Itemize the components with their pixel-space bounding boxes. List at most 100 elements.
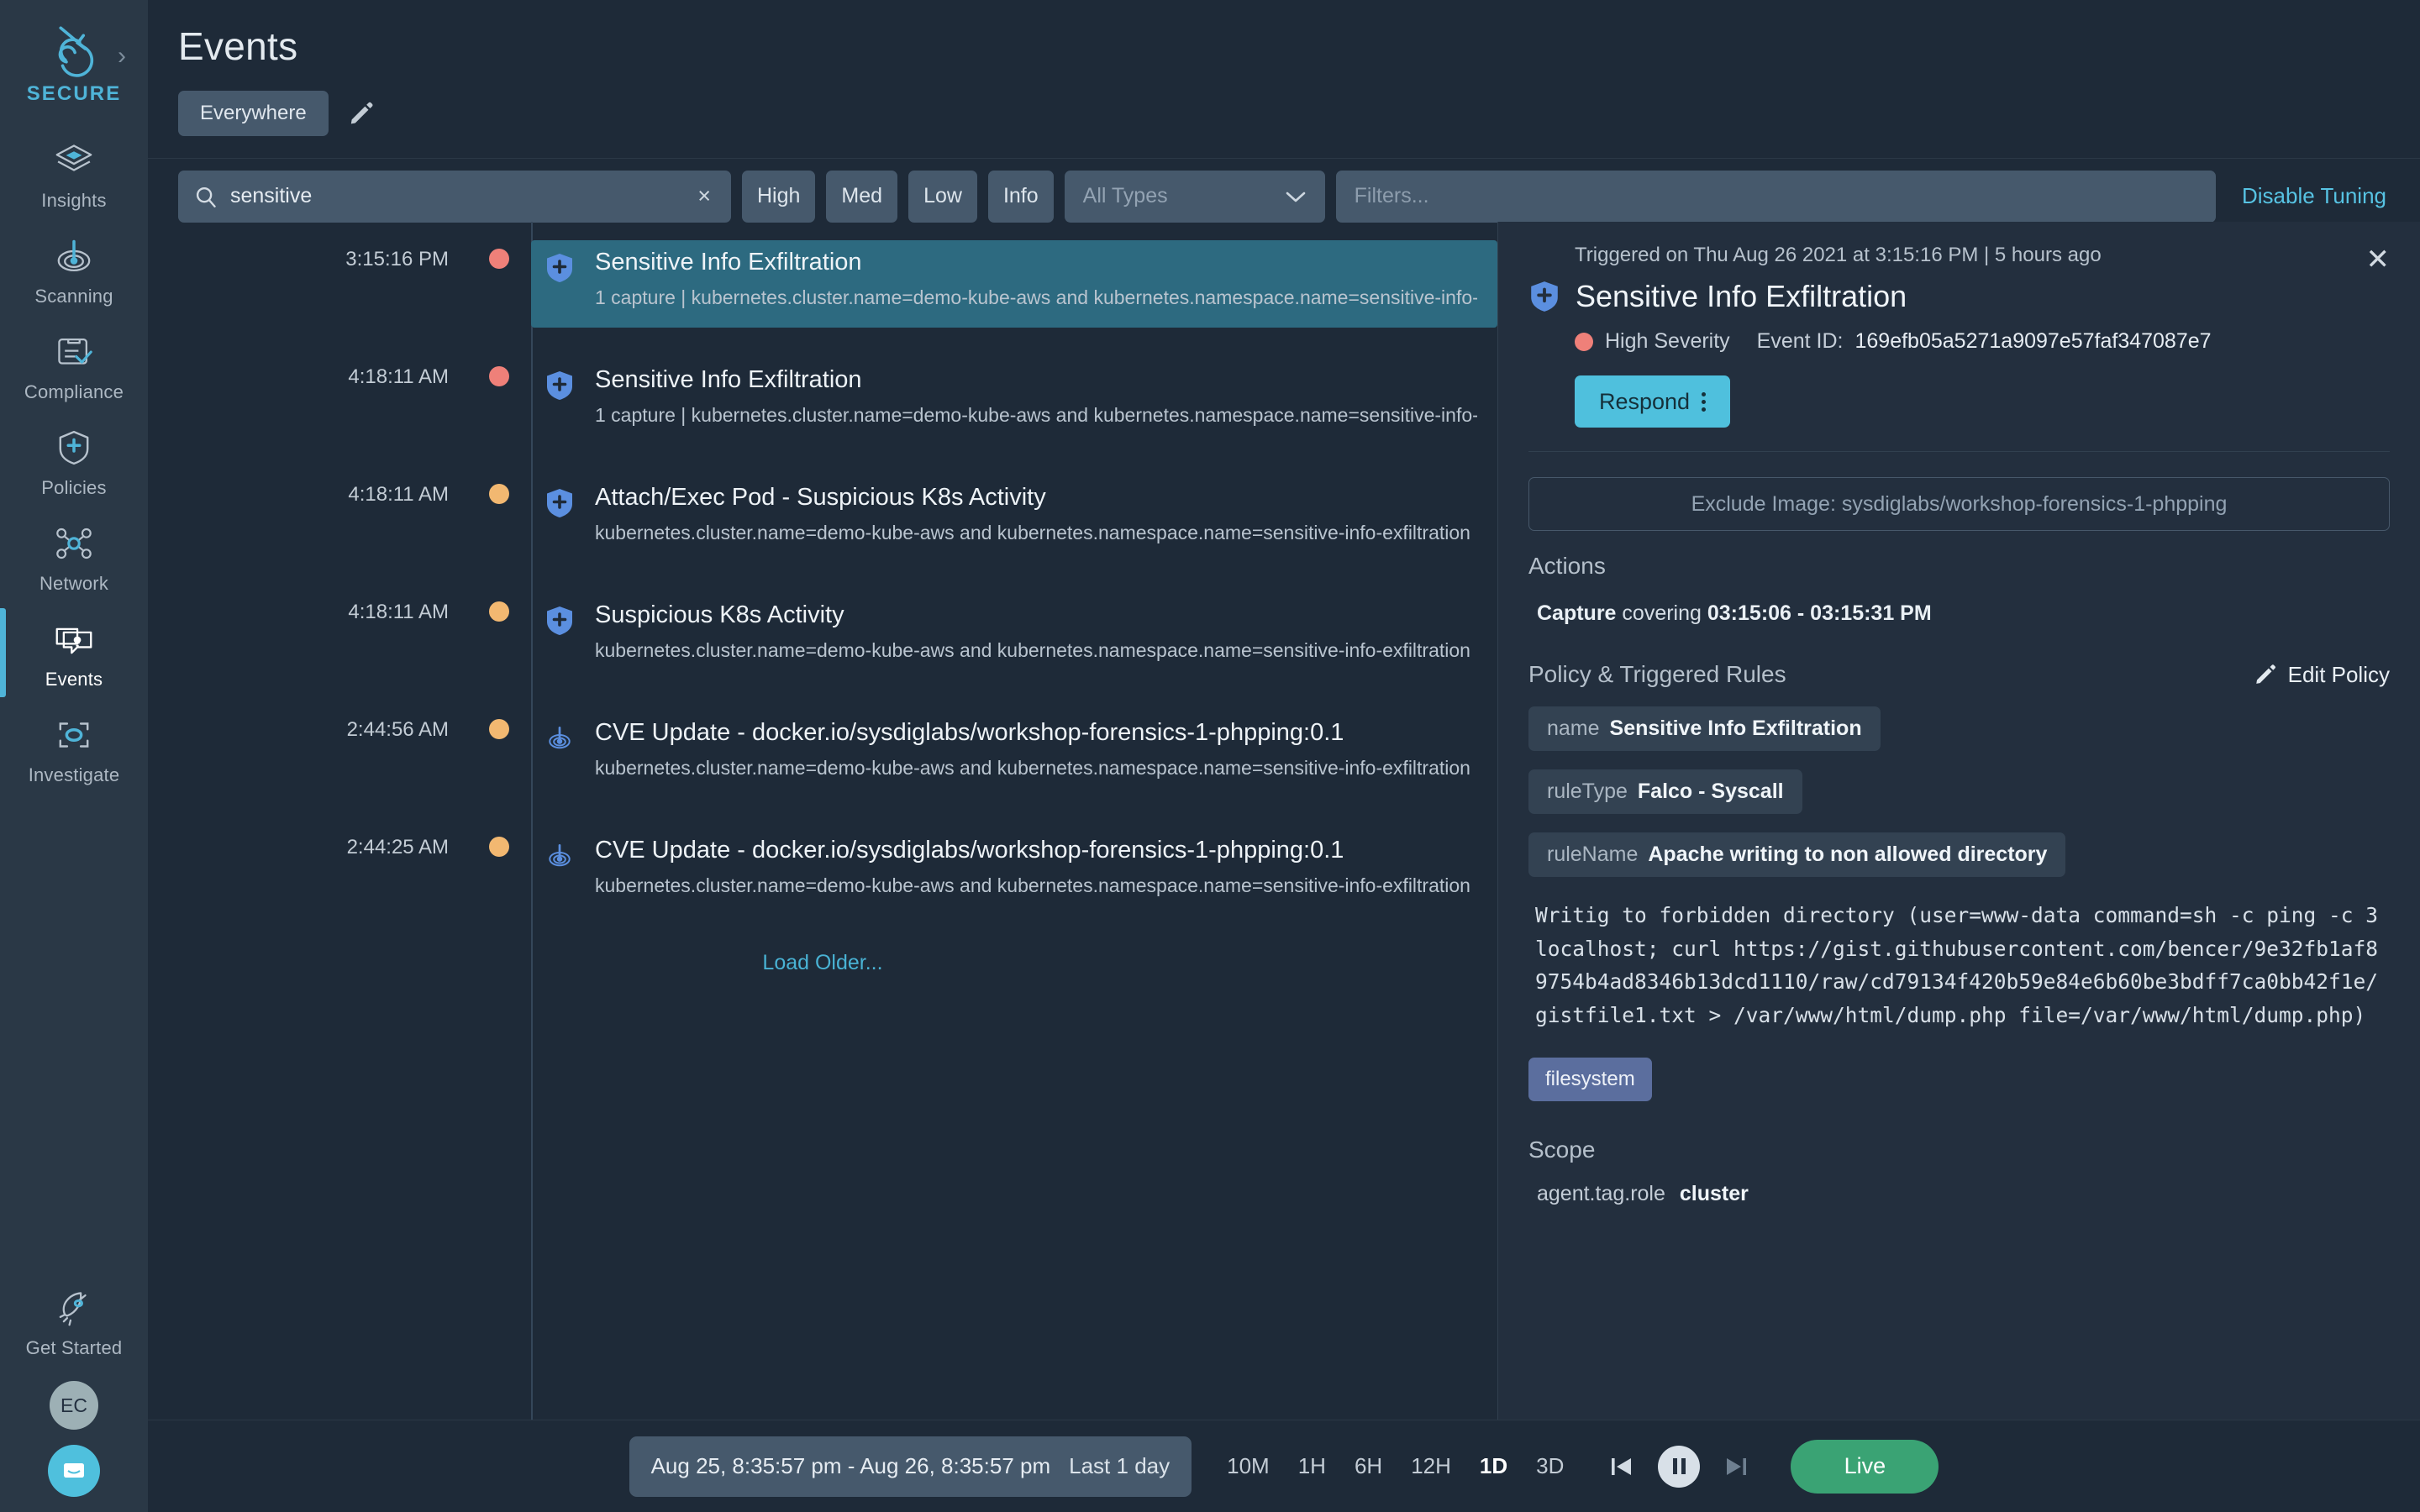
detail-header: Triggered on Thu Aug 26 2021 at 3:15:16 … [1498,222,2420,452]
event-row[interactable]: 4:18:11 AM Sensitive Info Exfiltratio [148,339,1497,457]
skip-previous-button[interactable] [1606,1451,1638,1483]
scope-value: cluster [1680,1182,1749,1205]
search-input[interactable]: sensitive × [178,171,731,223]
event-row[interactable]: 3:15:16 PM Sensitive Info Exfiltratio [148,222,1497,339]
event-subtitle: kubernetes.cluster.name=demo-kube-aws an… [595,757,1477,780]
disable-tuning-button[interactable]: Disable Tuning [2242,183,2386,209]
shield-plus-icon [544,605,575,637]
zoom-preset-1d[interactable]: 1D [1480,1453,1507,1479]
filters-input[interactable]: Filters... [1336,171,2216,223]
scope-kv: agent.tag.role cluster [1528,1182,2390,1206]
triggered-on-text: Triggered on Thu Aug 26 2021 at 3:15:16 … [1575,244,2390,267]
event-body: Attach/Exec Pod - Suspicious K8s Activit… [531,475,1497,563]
page-title: Events [178,24,2390,69]
sidebar-item-scanning[interactable]: Scanning [0,222,148,318]
shield-plus-icon [544,487,575,519]
severity-filter-med[interactable]: Med [826,171,897,223]
event-title: CVE Update - docker.io/sysdiglabs/worksh… [595,719,1477,747]
types-select[interactable]: All Types [1065,171,1325,223]
edit-scope-button[interactable] [347,99,376,128]
chat-button[interactable] [48,1445,100,1497]
zoom-preset-12h[interactable]: 12H [1411,1453,1451,1479]
sidebar-item-label: Network [39,573,108,595]
respond-button[interactable]: Respond [1575,375,1730,428]
shield-plus-icon [51,425,97,470]
rule-chip-row: ruleType Falco - Syscall [1528,751,2390,814]
event-time: 3:15:16 PM [148,240,467,271]
exclude-image-button[interactable]: Exclude Image: sysdiglabs/workshop-foren… [1528,477,2390,531]
sidebar-item-insights[interactable]: Insights [0,126,148,222]
event-row[interactable]: 4:18:11 AM Suspicious K8s Activity [148,575,1497,692]
brand-label: SECURE [27,82,122,106]
event-time: 2:44:25 AM [148,828,467,859]
sidebar-nav: Insights Scanning [0,126,148,796]
detail-title-row: Sensitive Info Exfiltration [1528,279,2390,314]
event-text: Suspicious K8s Activity kubernetes.clust… [595,601,1477,662]
radar-icon [544,722,575,754]
close-icon[interactable]: ✕ [2366,245,2391,274]
event-title: CVE Update - docker.io/sysdiglabs/worksh… [595,837,1477,864]
respond-button-label: Respond [1599,389,1690,415]
event-row[interactable]: 2:44:56 AM [148,692,1497,810]
event-body: CVE Update - docker.io/sysdiglabs/worksh… [531,828,1497,916]
sidebar-item-label: Insights [41,190,106,212]
sidebar-item-get-started[interactable]: Get Started [0,1273,148,1369]
event-row[interactable]: 4:18:11 AM Attach/Exec Pod - Suspicio [148,457,1497,575]
severity-dot [489,249,509,269]
event-time: 4:18:11 AM [148,593,467,624]
rule-description: Writig to forbidden directory (user=www-… [1528,899,2390,1032]
capture-range: 03:15:06 - 03:15:31 PM [1707,601,1932,625]
policy-heading-row: Policy & Triggered Rules Edit Policy [1528,661,2390,688]
skip-next-button[interactable] [1720,1451,1752,1483]
content-area: 3:15:16 PM Sensitive Info Exfiltratio [148,222,2420,1512]
brand-chevron-icon[interactable]: › [118,44,126,69]
zoom-preset-1h[interactable]: 1H [1298,1453,1326,1479]
severity-dot [489,366,509,386]
brand[interactable]: › SECURE [0,18,148,106]
radar-icon [544,840,575,872]
live-button[interactable]: Live [1791,1440,1939,1494]
event-subtitle: kubernetes.cluster.name=demo-kube-aws an… [595,874,1477,897]
sidebar-item-policies[interactable]: Policies [0,413,148,509]
filters-placeholder: Filters... [1355,184,1429,208]
severity-filter-high[interactable]: High [742,171,815,223]
severity-dot [489,719,509,739]
edit-policy-button[interactable]: Edit Policy [2253,662,2390,688]
time-range-button[interactable]: Aug 25, 8:35:57 pm - Aug 26, 8:35:57 pm … [629,1436,1192,1497]
rocket-icon [51,1285,97,1331]
pause-button[interactable] [1658,1446,1700,1488]
event-severity-dot-wrap [467,358,531,386]
event-type-icon-wrap [544,601,578,662]
radar-icon [51,234,97,279]
load-older-button[interactable]: Load Older... [148,951,1497,975]
time-range-preset: Last 1 day [1069,1453,1170,1479]
policy-heading: Policy & Triggered Rules [1528,661,1786,688]
events-list: 3:15:16 PM Sensitive Info Exfiltratio [148,222,1497,1512]
event-body: Sensitive Info Exfiltration 1 capture | … [531,240,1497,328]
chat-icon [60,1457,88,1485]
sidebar-item-investigate[interactable]: Investigate [0,701,148,796]
sidebar-item-events[interactable]: Events [0,605,148,701]
search-value: sensitive [230,184,681,208]
event-text: Attach/Exec Pod - Suspicious K8s Activit… [595,484,1477,544]
scope-selector-button[interactable]: Everywhere [178,91,329,136]
clear-search-icon[interactable]: × [692,183,716,209]
sidebar-item-compliance[interactable]: Compliance [0,318,148,413]
severity-filter-info[interactable]: Info [988,171,1054,223]
event-severity-dot-wrap [467,240,531,269]
severity-filter-low[interactable]: Low [908,171,977,223]
search-icon [193,184,218,209]
event-row[interactable]: 2:44:25 AM [148,810,1497,927]
event-title: Suspicious K8s Activity [595,601,1477,629]
avatar[interactable]: EC [50,1381,98,1430]
event-type-icon-wrap [544,719,578,780]
sidebar-item-network[interactable]: Network [0,509,148,605]
clipboard-check-icon [51,329,97,375]
zoom-preset-3d[interactable]: 3D [1536,1453,1564,1479]
event-title: Attach/Exec Pod - Suspicious K8s Activit… [595,484,1477,512]
zoom-preset-6h[interactable]: 6H [1355,1453,1382,1479]
kebab-menu-icon[interactable] [1702,392,1706,412]
zoom-preset-10m[interactable]: 10M [1227,1453,1270,1479]
sidebar-item-label: Investigate [29,764,120,786]
types-select-value: All Types [1083,184,1168,208]
